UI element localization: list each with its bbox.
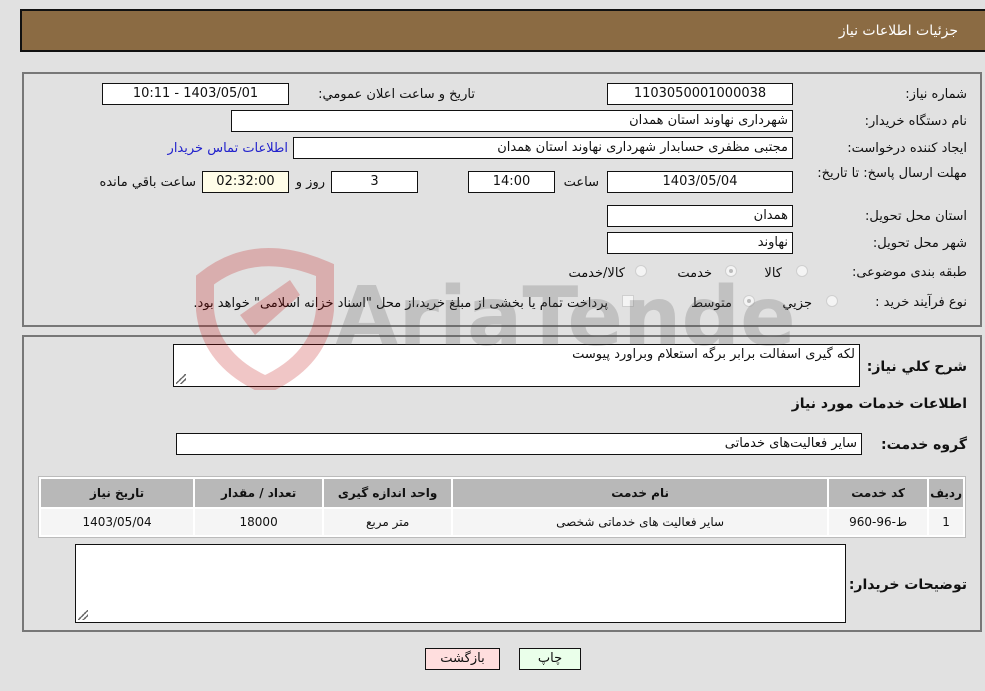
treasury-checkbox[interactable] [622, 295, 634, 307]
treasury-note: پرداخت تمام یا بخشی از مبلغ خرید،از محل … [193, 296, 608, 311]
process-option-medium: متوسط [691, 296, 732, 311]
cell-need-date: 1403/05/04 [41, 509, 194, 535]
need-number-field[interactable]: 1103050001000038 [607, 83, 793, 105]
deadline-time-label: ساعت [563, 175, 599, 190]
buyer-org-label: نام دستگاه خریدار: [864, 114, 967, 129]
col-unit: واحد اندازه گیری [324, 479, 452, 507]
col-need-date: تاريخ نياز [41, 479, 194, 507]
province-field[interactable]: همدان [607, 205, 793, 227]
category-option-service: خدمت [677, 266, 712, 281]
category-radio-goods-service[interactable] [635, 265, 647, 277]
category-option-goods: کالا [764, 266, 782, 281]
service-group-field[interactable]: سایر فعالیت‌های خدماتی [176, 433, 862, 455]
resize-grip-icon[interactable] [176, 374, 186, 384]
buyer-contact-link[interactable]: اطلاعات تماس خریدار [168, 141, 288, 156]
days-label: روز و [295, 175, 325, 190]
city-label: شهر محل تحویل: [872, 236, 967, 251]
page-header: جزئیات اطلاعات نیاز [20, 9, 985, 52]
back-button[interactable]: بازگشت [425, 648, 500, 670]
cell-service-name: سایر فعالیت های خدماتی شخصی [453, 509, 828, 535]
city-field[interactable]: نهاوند [607, 232, 793, 254]
buyer-notes-textarea[interactable] [75, 544, 846, 623]
announce-datetime-field[interactable]: 1403/05/01 - 10:11 [102, 83, 289, 105]
cell-quantity: 18000 [195, 509, 323, 535]
col-quantity: تعداد / مقدار [195, 479, 323, 507]
remaining-time-field[interactable]: 02:32:00 [202, 171, 289, 193]
cell-service-code: ط-96-960 [829, 509, 928, 535]
process-radio-medium[interactable] [743, 295, 755, 307]
province-label: استان محل تحویل: [865, 209, 967, 224]
days-remaining-field[interactable]: 3 [331, 171, 418, 193]
col-row-number: رديف [929, 479, 963, 507]
creator-label: ایجاد کننده درخواست: [847, 141, 967, 156]
description-text: لکه گیری اسفالت برابر برگه استعلام وبراو… [572, 347, 855, 362]
process-radio-minor[interactable] [826, 295, 838, 307]
table-row: 1 ط-96-960 سایر فعالیت های خدماتی شخصی م… [41, 509, 963, 535]
services-section-title: اطلاعات خدمات مورد نياز [791, 396, 967, 412]
description-label: شرح كلي نياز: [866, 359, 967, 375]
creator-field[interactable]: مجتبی مظفری حسابدار شهرداری نهاوند استان… [293, 137, 793, 159]
process-option-minor: جزيي [782, 296, 812, 311]
deadline-time-field[interactable]: 14:00 [468, 171, 555, 193]
category-label: طبقه بندی موضوعی: [851, 265, 967, 280]
service-group-label: گروه خدمت: [881, 437, 967, 453]
resize-grip-icon[interactable] [78, 610, 88, 620]
process-type-label: نوع فرآیند خرید : [875, 295, 967, 310]
table-header-row: رديف کد خدمت نام خدمت واحد اندازه گیری ت… [41, 479, 963, 507]
buyer-notes-label: توضيحات خريدار: [848, 577, 967, 593]
remaining-time-label: ساعت باقي مانده [99, 175, 196, 190]
col-service-code: کد خدمت [829, 479, 928, 507]
announce-label: تاريخ و ساعت اعلان عمومي: [318, 87, 475, 102]
deadline-label: مهلت ارسال پاسخ: تا تاریخ: [817, 166, 967, 181]
print-button[interactable]: چاپ [519, 648, 581, 670]
page-title: جزئیات اطلاعات نیاز [838, 23, 958, 39]
services-table: رديف کد خدمت نام خدمت واحد اندازه گیری ت… [38, 476, 966, 538]
category-radio-service[interactable] [725, 265, 737, 277]
need-number-label: شماره نیاز: [905, 87, 967, 102]
col-service-name: نام خدمت [453, 479, 828, 507]
buyer-org-field[interactable]: شهرداری نهاوند استان همدان [231, 110, 793, 132]
deadline-date-field[interactable]: 1403/05/04 [607, 171, 793, 193]
category-option-goods-service: کالا/خدمت [568, 266, 625, 281]
description-textarea[interactable]: لکه گیری اسفالت برابر برگه استعلام وبراو… [173, 344, 860, 387]
cell-row-number: 1 [929, 509, 963, 535]
category-radio-goods[interactable] [796, 265, 808, 277]
cell-unit: متر مربع [324, 509, 452, 535]
